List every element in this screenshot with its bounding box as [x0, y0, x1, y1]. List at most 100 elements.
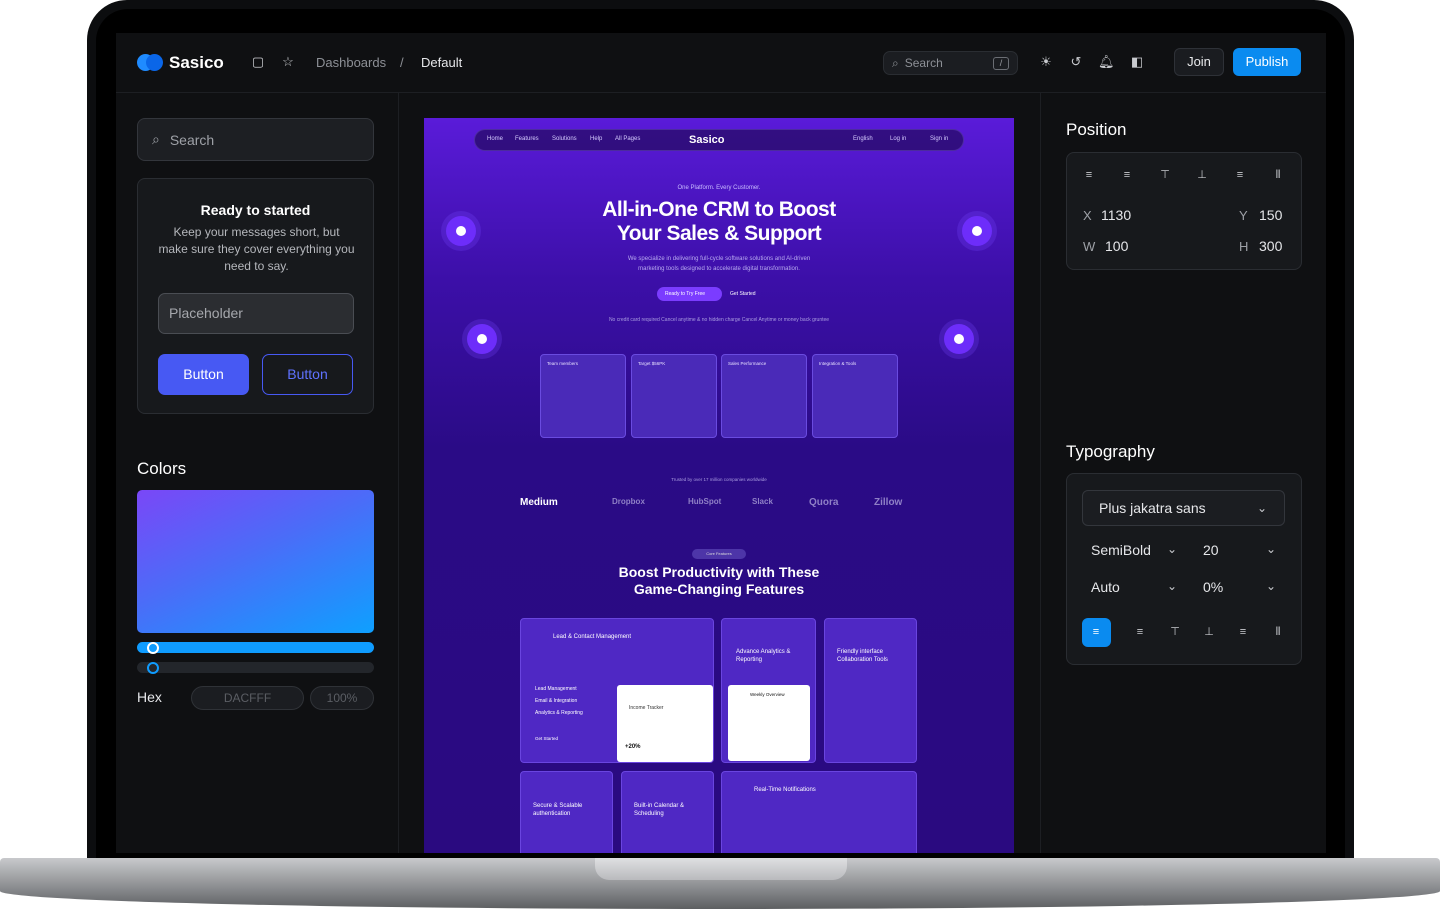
- text-align-bottom-icon[interactable]: ⊥: [1202, 626, 1216, 638]
- feature-cta: Get Started: [535, 736, 559, 741]
- brand-slack: Slack: [752, 497, 773, 506]
- hue-slider[interactable]: [137, 642, 374, 654]
- align-right-icon[interactable]: ≡: [1120, 169, 1134, 181]
- text-distribute-icon[interactable]: ⦀: [1271, 626, 1285, 638]
- alpha-handle[interactable]: [147, 662, 159, 674]
- primary-button[interactable]: Button: [158, 354, 249, 395]
- distribute-icon[interactable]: ⦀: [1271, 169, 1285, 181]
- font-weight-select[interactable]: SemiBold: [1091, 542, 1151, 558]
- bell-icon[interactable]: 🔔︎: [1098, 54, 1115, 70]
- preview-cta-primary: Ready to Try Free: [657, 287, 722, 301]
- color-picker-area[interactable]: [137, 490, 374, 633]
- sun-icon[interactable]: ☀: [1038, 54, 1054, 70]
- nav-features: Features: [515, 136, 539, 142]
- x-input[interactable]: 1130: [1101, 207, 1131, 223]
- feature-card: Advance Analytics & Reporting Weekly Ove…: [721, 618, 816, 763]
- opacity-input[interactable]: 100%: [310, 686, 374, 710]
- feature-title: Real-Time Notifications: [754, 787, 816, 793]
- nav-all-pages: All Pages: [615, 136, 641, 142]
- feature-card: Friendly interface Collaboration Tools: [824, 618, 917, 763]
- feature-title: Friendly interface Collaboration Tools: [837, 649, 888, 663]
- nav-language: English: [853, 136, 873, 142]
- w-label: W: [1083, 239, 1096, 254]
- top-search-input[interactable]: ⌕ Search /: [883, 51, 1018, 75]
- message-badge-icon: [944, 324, 974, 354]
- income-percent: +20%: [625, 744, 641, 750]
- top-bar: Sasico ▢ ☆ Dashboards / Default ⌕ Search…: [116, 33, 1326, 93]
- h-input[interactable]: 300: [1259, 238, 1282, 254]
- align-top-icon[interactable]: ⊤: [1158, 169, 1172, 181]
- app-window: Sasico ▢ ☆ Dashboards / Default ⌕ Search…: [116, 33, 1326, 853]
- join-button[interactable]: Join: [1174, 48, 1224, 76]
- preview-cta-secondary: Get Started: [730, 291, 756, 297]
- secondary-button[interactable]: Button: [262, 354, 353, 395]
- y-label: Y: [1239, 208, 1248, 223]
- search-placeholder: Search: [904, 56, 943, 70]
- preview-logo: Sasico: [689, 134, 725, 146]
- align-bottom-icon[interactable]: ⊥: [1195, 169, 1209, 181]
- letter-spacing-select[interactable]: 0%: [1203, 579, 1223, 595]
- shortcut-key: /: [993, 56, 1009, 70]
- card-label: Integration & Tools: [819, 361, 857, 366]
- feature-card: Built-in Calendar & Scheduling: [621, 771, 714, 853]
- income-tracker-panel: Income Tracker +20%: [617, 685, 713, 762]
- preview-description: We specialize in delivering full-cycle s…: [627, 256, 811, 272]
- sidebar-toggle-icon[interactable]: ▢: [250, 54, 266, 70]
- y-input[interactable]: 150: [1259, 207, 1282, 223]
- hex-input[interactable]: DACFFF: [191, 686, 304, 710]
- card-label: Sales Performance: [728, 361, 767, 366]
- preview-section-pill: Core Features: [692, 549, 746, 559]
- breadcrumb-dashboards[interactable]: Dashboards: [316, 55, 386, 70]
- card-label: Team members: [547, 361, 579, 366]
- font-family-select[interactable]: Plus jakatra sans: [1082, 490, 1285, 526]
- breadcrumb-separator: /: [400, 55, 404, 70]
- chevron-down-icon[interactable]: ⌄: [1266, 579, 1276, 593]
- card-input[interactable]: Placeholder: [158, 293, 354, 334]
- card-label: Target $56PK: [638, 361, 666, 366]
- card-title: Ready to started: [200, 202, 311, 218]
- align-center-icon[interactable]: ≡: [1233, 169, 1247, 181]
- preview-trusted: Trusted by over 17 million companies wor…: [671, 477, 767, 482]
- feature-card: Secure & Scalable authentication: [520, 771, 613, 853]
- preview-card: Integration & Tools: [812, 354, 898, 438]
- history-icon[interactable]: ↺: [1068, 54, 1084, 70]
- hue-handle[interactable]: [147, 642, 159, 654]
- align-left-icon[interactable]: ≡: [1082, 169, 1096, 181]
- text-align-center-icon[interactable]: ≡: [1236, 626, 1250, 638]
- feature-title: Secure & Scalable authentication: [533, 803, 583, 817]
- alpha-slider[interactable]: [137, 662, 374, 674]
- app-name: Sasico: [169, 53, 224, 72]
- w-input[interactable]: 100: [1105, 238, 1128, 254]
- panel-toggle-icon[interactable]: ◧: [1129, 54, 1145, 70]
- brand-quora: Quora: [809, 497, 839, 508]
- design-canvas[interactable]: Home Features Solutions Help All Pages E…: [424, 118, 1014, 853]
- chevron-down-icon[interactable]: ⌄: [1257, 501, 1267, 515]
- left-search-placeholder: Search: [169, 131, 215, 148]
- star-icon[interactable]: ☆: [280, 54, 296, 70]
- preview-checks: No credit card required Cancel anytime &…: [608, 317, 830, 323]
- text-align-top-icon[interactable]: ⊤: [1168, 626, 1182, 638]
- publish-button[interactable]: Publish: [1233, 48, 1301, 76]
- feature-title: Lead & Contact Management: [553, 634, 632, 640]
- brand-hubspot: HubSpot: [688, 497, 722, 506]
- breadcrumb-default[interactable]: Default: [421, 55, 462, 70]
- nav-signin: Sign in: [930, 136, 949, 142]
- left-divider: [398, 93, 399, 853]
- left-search-input[interactable]: ⌕ Search: [137, 118, 374, 161]
- search-icon: ⌕: [892, 55, 899, 70]
- rocket-icon: [446, 216, 476, 246]
- preview-section-title: Boost Productivity with These Game-Chang…: [424, 564, 1014, 598]
- feature-card: Lead & Contact Management Lead Managemen…: [520, 618, 714, 763]
- chevron-down-icon[interactable]: ⌄: [1266, 542, 1276, 556]
- chevron-down-icon[interactable]: ⌄: [1167, 579, 1177, 593]
- section-title-line-1: Boost Productivity with These: [618, 564, 820, 580]
- nav-solutions: Solutions: [552, 136, 577, 142]
- chevron-down-icon[interactable]: ⌄: [1167, 542, 1177, 556]
- headline-line-2: Your Sales & Support: [616, 222, 822, 245]
- laptop-notch: [595, 858, 847, 880]
- app-logo[interactable]: Sasico: [137, 53, 224, 73]
- font-size-select[interactable]: 20: [1203, 542, 1219, 558]
- line-height-select[interactable]: Auto: [1091, 579, 1120, 595]
- text-align-left-button[interactable]: ≡: [1082, 618, 1111, 647]
- text-align-right-icon[interactable]: ≡: [1133, 626, 1147, 638]
